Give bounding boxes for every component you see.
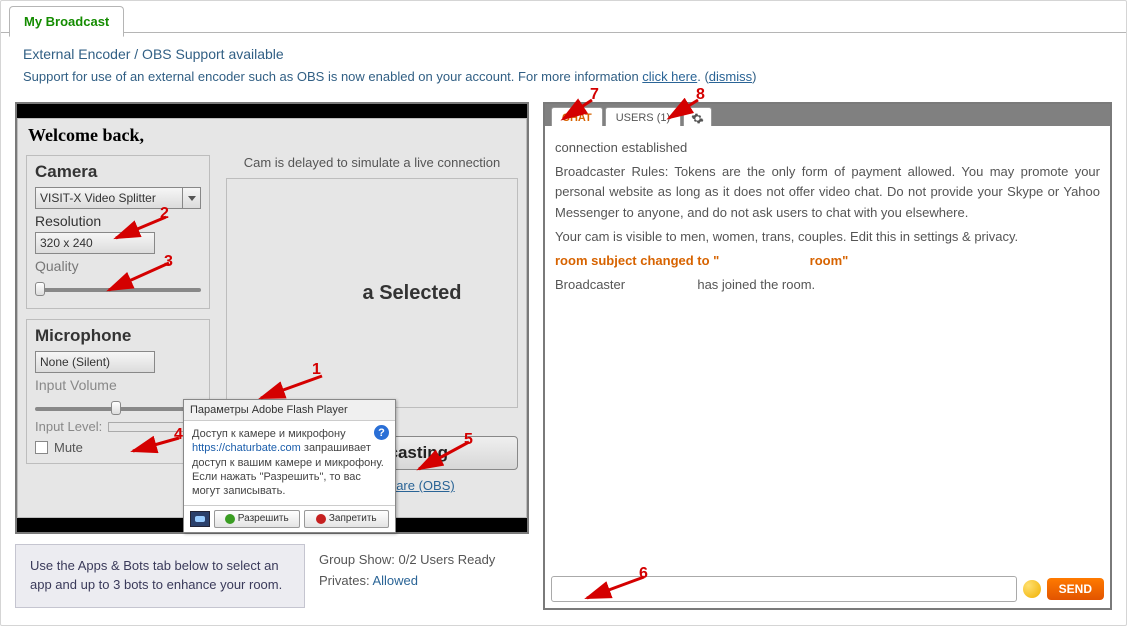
- volume-slider[interactable]: [35, 407, 201, 411]
- chat-joined-prefix: Broadcaster: [555, 277, 625, 292]
- users-tab[interactable]: USERS (1): [605, 107, 681, 126]
- level-label: Input Level:: [35, 419, 102, 434]
- chat-subject-prefix: room subject changed to ": [555, 253, 719, 268]
- volume-label: Input Volume: [35, 377, 201, 393]
- quality-label: Quality: [35, 258, 201, 274]
- chat-subject-suffix: room": [810, 253, 849, 268]
- delay-text: Cam is delayed to simulate a live connec…: [226, 155, 518, 170]
- allow-button[interactable]: Разрешить: [214, 510, 300, 528]
- resolution-select[interactable]: 320 x 240: [35, 232, 155, 254]
- notice-body: Support for use of an external encoder s…: [23, 69, 642, 84]
- camera-group: Camera VISIT-X Video Splitter Resolution…: [26, 155, 210, 309]
- camera-heading: Camera: [35, 162, 201, 182]
- privates-allowed-link[interactable]: Allowed: [372, 573, 418, 588]
- chat-tabs-bar: CHAT USERS (1): [545, 104, 1110, 126]
- flash-settings-icon[interactable]: [190, 511, 210, 527]
- chat-line-connected: connection established: [555, 138, 1100, 158]
- preview-box: a Selected: [226, 178, 518, 408]
- video-panel: Welcome back, Camera VISIT-X Video Split…: [15, 102, 529, 534]
- gear-icon: [691, 112, 704, 125]
- mic-select[interactable]: None (Silent): [35, 351, 155, 373]
- obs-notice: External Encoder / OBS Support available…: [1, 33, 1126, 102]
- chat-line-visible: Your cam is visible to men, women, trans…: [555, 227, 1100, 247]
- flash-line1: Доступ к камере и микрофону: [192, 427, 387, 441]
- flash-title: Параметры Adobe Flash Player: [184, 400, 395, 421]
- camera-select[interactable]: VISIT-X Video Splitter: [35, 187, 201, 209]
- quality-slider[interactable]: [35, 288, 201, 292]
- mute-checkbox[interactable]: [35, 441, 48, 454]
- notice-title: External Encoder / OBS Support available: [23, 43, 1104, 65]
- welcome-text: Welcome back,: [28, 125, 144, 146]
- chevron-down-icon: [182, 188, 200, 208]
- group-show-text: Group Show: 0/2 Users Ready: [319, 550, 529, 571]
- settings-tab[interactable]: [683, 107, 712, 126]
- my-broadcast-tab[interactable]: My Broadcast: [9, 6, 124, 37]
- flash-permission-dialog: Параметры Adobe Flash Player ? Доступ к …: [183, 399, 396, 532]
- apps-bots-note: Use the Apps & Bots tab below to select …: [15, 544, 305, 608]
- mute-label: Mute: [54, 440, 83, 455]
- mic-heading: Microphone: [35, 326, 201, 346]
- chat-log: connection established Broadcaster Rules…: [545, 126, 1110, 311]
- chat-tab[interactable]: CHAT: [551, 107, 603, 126]
- privates-label: Privates:: [319, 573, 372, 588]
- flash-url[interactable]: https://chaturbate.com: [192, 442, 301, 454]
- chat-joined-suffix: has joined the room.: [697, 277, 815, 292]
- send-button[interactable]: SEND: [1047, 578, 1104, 600]
- resolution-label: Resolution: [35, 213, 201, 229]
- deny-button[interactable]: Запретить: [304, 510, 390, 528]
- chat-input[interactable]: [551, 576, 1017, 602]
- emoji-icon[interactable]: [1023, 580, 1041, 598]
- status-column: Group Show: 0/2 Users Ready Privates: Al…: [319, 544, 529, 608]
- click-here-link[interactable]: click here: [642, 69, 697, 84]
- dismiss-link[interactable]: dismiss: [709, 69, 752, 84]
- chat-line-rules: Broadcaster Rules: Tokens are the only f…: [555, 162, 1100, 222]
